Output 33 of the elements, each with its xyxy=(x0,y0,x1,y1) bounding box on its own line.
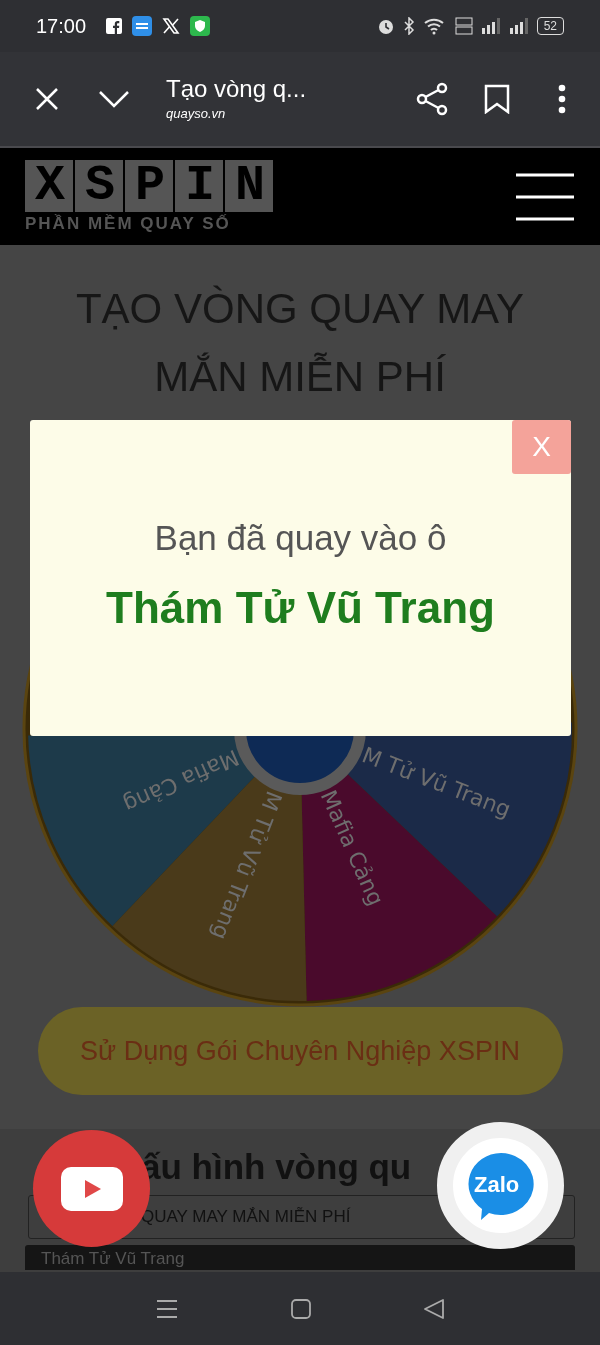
chat-bubble-icon xyxy=(465,1150,536,1221)
chat-brand-label: Zalo xyxy=(474,1172,520,1198)
segment-label: Mafia Cảng xyxy=(315,786,389,910)
signal-icon xyxy=(508,18,529,34)
recents-icon[interactable] xyxy=(156,1298,179,1319)
app-icon xyxy=(132,16,153,36)
back-icon[interactable] xyxy=(423,1298,444,1319)
page-title: Tạo vòng q... xyxy=(166,74,307,105)
chevron-down-icon[interactable] xyxy=(98,89,130,109)
logo-tagline: PHẦN MỀM QUAY SỐ xyxy=(25,213,232,234)
status-time: 17:00 xyxy=(36,14,87,39)
signal-icon xyxy=(480,18,501,34)
alarm-icon xyxy=(376,17,395,35)
home-icon[interactable] xyxy=(291,1298,311,1319)
play-icon xyxy=(60,1166,123,1211)
textarea-text: Thám Tử Vũ Trang xyxy=(41,1249,185,1268)
bookmark-icon[interactable] xyxy=(484,84,510,114)
menu-icon[interactable] xyxy=(515,171,575,222)
result-value: Thám Tử Vũ Trang xyxy=(106,581,495,634)
result-message: Bạn đã quay vào ô xyxy=(154,517,447,559)
items-textarea[interactable]: Thám Tử Vũ Trang xyxy=(25,1245,575,1270)
close-icon[interactable] xyxy=(34,86,60,112)
segment-label: Mafia Cảng xyxy=(119,744,243,818)
facebook-icon xyxy=(106,18,123,34)
share-icon[interactable] xyxy=(416,82,448,116)
shield-icon xyxy=(190,16,211,36)
close-button[interactable]: X xyxy=(512,420,571,474)
volte-icon xyxy=(454,17,473,35)
page-url: quayso.vn xyxy=(166,105,227,124)
battery-indicator: 52 xyxy=(536,17,564,35)
bluetooth-icon xyxy=(402,17,415,35)
x-logo-icon xyxy=(162,17,181,35)
more-icon[interactable] xyxy=(558,84,566,114)
